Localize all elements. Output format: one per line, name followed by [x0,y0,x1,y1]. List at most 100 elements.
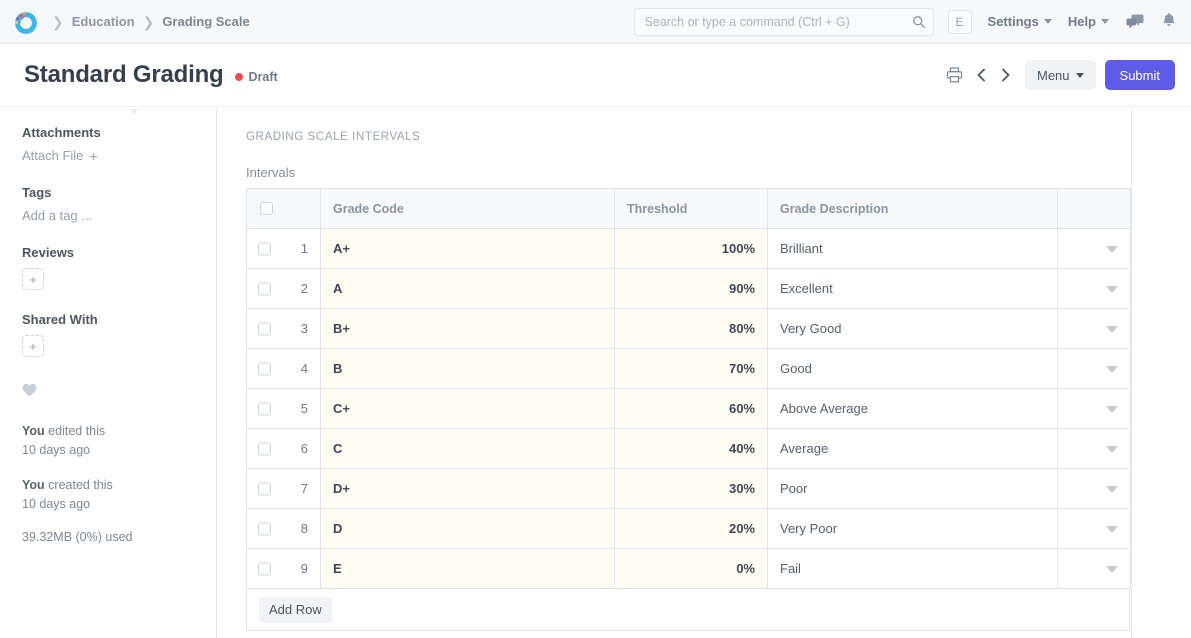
row-select-cell: 6 [247,429,321,469]
cell-grade-code[interactable]: C [321,429,615,469]
cell-grade-description[interactable]: Very Poor [768,509,1058,549]
cell-grade-description[interactable]: Good [768,349,1058,389]
right-rail-divider [1131,107,1132,638]
page-title: Standard Grading [24,61,224,89]
row-index: 5 [301,401,308,416]
table-row[interactable]: 1A+100%Brilliant [247,229,1131,269]
breadcrumb-grading-scale[interactable]: Grading Scale [162,14,249,29]
select-all-checkbox[interactable] [260,202,273,215]
sidebar-section-tags: Tags Add a tag ... [22,185,198,223]
activity-edited-time: 10 days ago [22,441,198,460]
table-row[interactable]: 8D20%Very Poor [247,509,1131,549]
cell-threshold[interactable]: 90% [615,269,768,309]
app-logo-icon[interactable] [10,7,40,37]
row-select-cell: 9 [247,549,321,589]
row-checkbox[interactable] [258,242,271,255]
cell-row-actions [1058,309,1131,349]
submit-button[interactable]: Submit [1105,60,1175,90]
row-checkbox[interactable] [258,402,271,415]
cell-threshold[interactable]: 40% [615,429,768,469]
chevron-left-icon[interactable] [976,68,987,82]
add-review-button[interactable]: + [22,268,44,290]
search-input[interactable] [634,8,934,36]
chevron-down-icon[interactable] [1106,366,1118,373]
row-checkbox[interactable] [258,522,271,535]
add-shared-user-button[interactable]: + [22,335,44,357]
cell-threshold[interactable]: 30% [615,469,768,509]
activity-edited-text: You edited this [22,422,198,441]
cell-grade-description[interactable]: Brilliant [768,229,1058,269]
breadcrumb-education[interactable]: Education [72,14,135,29]
add-row-bar: Add Row [246,589,1130,631]
row-checkbox[interactable] [258,482,271,495]
table-row[interactable]: 7D+30%Poor [247,469,1131,509]
chevron-down-icon[interactable] [1106,486,1118,493]
chevron-down-icon[interactable] [1106,566,1118,573]
column-grade-code[interactable]: Grade Code [321,189,615,229]
left-sidebar: Attachments Attach File + Tags Add a tag… [0,107,217,638]
cell-grade-description[interactable]: Above Average [768,389,1058,429]
cell-threshold[interactable]: 0% [615,549,768,589]
cell-threshold[interactable]: 80% [615,309,768,349]
chevron-right-icon[interactable] [1000,68,1011,82]
row-checkbox[interactable] [258,282,271,295]
table-row[interactable]: 9E0%Fail [247,549,1131,589]
table-row[interactable]: 3B+80%Very Good [247,309,1131,349]
cell-grade-code[interactable]: D [321,509,615,549]
add-row-button[interactable]: Add Row [259,597,332,623]
table-row[interactable]: 6C40%Average [247,429,1131,469]
attach-file-action[interactable]: Attach File + [22,148,198,163]
breadcrumb-separator-2: ❯ [143,15,155,29]
menu-button-label: Menu [1037,68,1070,83]
cell-grade-description[interactable]: Fail [768,549,1058,589]
row-select-cell: 3 [247,309,321,349]
cell-grade-description[interactable]: Excellent [768,269,1058,309]
printer-icon[interactable] [946,67,963,83]
cell-threshold[interactable]: 70% [615,349,768,389]
cell-threshold[interactable]: 60% [615,389,768,429]
cell-grade-description[interactable]: Poor [768,469,1058,509]
cell-grade-description[interactable]: Average [768,429,1058,469]
row-index: 4 [301,361,308,376]
chevron-down-icon[interactable] [1106,286,1118,293]
cell-threshold[interactable]: 100% [615,229,768,269]
cell-grade-code[interactable]: E [321,549,615,589]
sidebar-scroll-clip [130,109,170,115]
chevron-down-icon[interactable] [1106,326,1118,333]
cell-row-actions [1058,469,1131,509]
column-grade-description[interactable]: Grade Description [768,189,1058,229]
intervals-field-label: Intervals [246,165,1191,180]
cell-grade-code[interactable]: B [321,349,615,389]
table-row[interactable]: 5 C+60%Above Average [247,389,1131,429]
settings-menu[interactable]: Settings [988,14,1052,29]
section-label: GRADING SCALE INTERVALS [246,131,1191,143]
table-row[interactable]: 2A90%Excellent [247,269,1131,309]
chevron-down-icon[interactable] [1106,446,1118,453]
cell-grade-code[interactable]: C+ [321,389,615,429]
search-box [634,8,934,36]
chevron-down-icon [1076,73,1084,78]
cell-grade-code[interactable]: B+ [321,309,615,349]
add-tag-action[interactable]: Add a tag ... [22,208,198,223]
row-checkbox[interactable] [258,322,271,335]
cell-grade-description[interactable]: Very Good [768,309,1058,349]
row-select-cell: 4 [247,349,321,389]
chevron-down-icon[interactable] [1106,526,1118,533]
row-checkbox[interactable] [258,562,271,575]
column-threshold[interactable]: Threshold [615,189,768,229]
menu-button[interactable]: Menu [1025,60,1096,90]
cell-grade-code[interactable]: A [321,269,615,309]
chevron-down-icon[interactable] [1106,406,1118,413]
row-checkbox[interactable] [258,362,271,375]
cell-grade-code[interactable]: A+ [321,229,615,269]
help-menu[interactable]: Help [1068,14,1109,29]
avatar[interactable]: E [948,10,972,34]
chevron-down-icon[interactable] [1106,246,1118,253]
bell-icon[interactable] [1161,13,1177,30]
cell-grade-code[interactable]: D+ [321,469,615,509]
row-checkbox[interactable] [258,442,271,455]
cell-threshold[interactable]: 20% [615,509,768,549]
chat-bubbles-icon[interactable] [1126,14,1144,30]
heart-icon[interactable] [22,383,198,402]
table-row[interactable]: 4B70%Good [247,349,1131,389]
